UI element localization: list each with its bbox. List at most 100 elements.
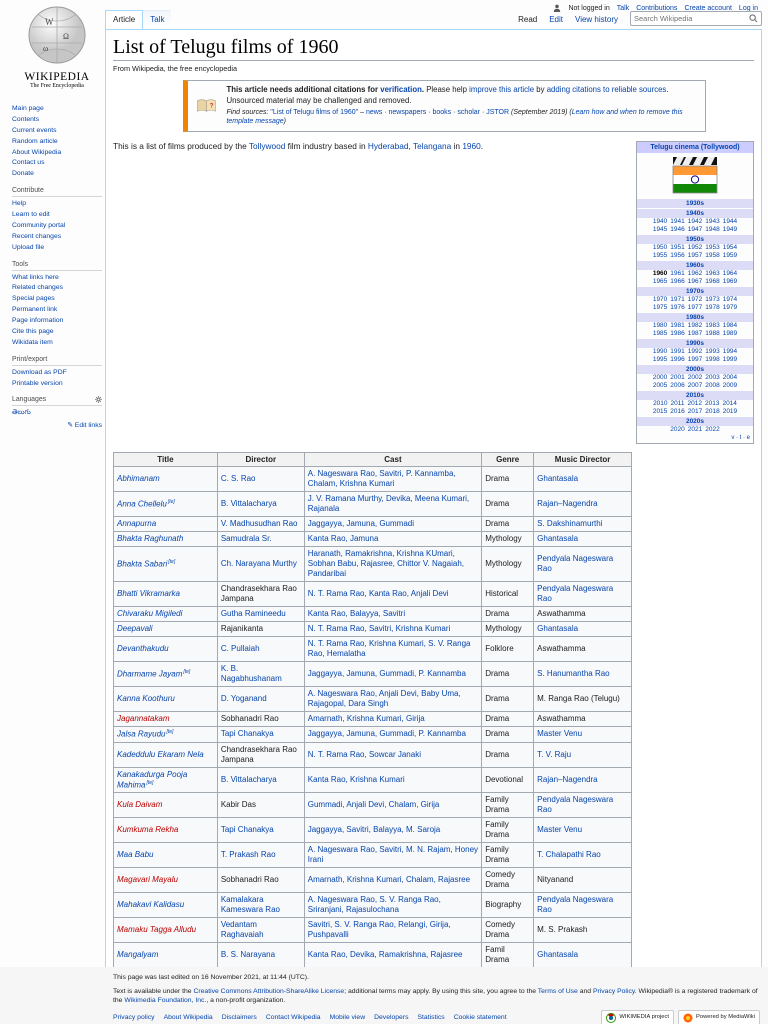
film-title-link[interactable]: Bhatti Vikramarka [117,589,180,598]
music-director-link[interactable]: T. V. Raju [537,750,571,759]
decade-header-2020s[interactable]: 2020s [637,416,753,426]
film-title-link[interactable]: Anna Chellelu [117,499,167,508]
year-link-1946[interactable]: 1946 [670,226,684,233]
footer-link-about-wikipedia[interactable]: About Wikipedia [164,1013,213,1023]
year-link-1995[interactable]: 1995 [653,356,667,363]
footer-link-contact-wikipedia[interactable]: Contact Wikipedia [266,1013,321,1023]
year-link-1979[interactable]: 1979 [723,304,737,311]
sidebar-item-special-pages[interactable]: Special pages [12,294,102,305]
year-link-2006[interactable]: 2006 [670,382,684,389]
year-link-1966[interactable]: 1966 [670,278,684,285]
year-link-2010[interactable]: 2010 [653,400,667,407]
decade-header-1950s[interactable]: 1950s [637,234,753,244]
tab-talk[interactable]: Talk [143,10,172,29]
director-link[interactable]: B. S. Narayana [221,950,275,959]
year-link-1943[interactable]: 1943 [705,218,719,225]
sidebar-item-printable-version[interactable]: Printable version [12,379,102,390]
year-link-1957[interactable]: 1957 [688,252,702,259]
film-title-link[interactable]: Bhakta Sabari [117,559,167,568]
text-link-improve-this-article[interactable]: improve this article [469,85,534,94]
cast-links[interactable]: Kanta Rao, Devika, Ramakrishna, Rajasree [308,950,463,959]
film-title-link[interactable]: Mamaku Tagga Alludu [117,925,196,934]
music-director-link[interactable]: Pendyala Nageswara Rao [537,584,613,603]
year-link-2005[interactable]: 2005 [653,382,667,389]
cast-links[interactable]: Kanta Rao, Jamuna [308,534,379,543]
footer-link-disclaimers[interactable]: Disclaimers [222,1013,257,1023]
footer-link-privacy-policy[interactable]: Privacy policy [113,1013,155,1023]
text-link-wikimedia-foundation-inc[interactable]: Wikimedia Foundation, Inc. [124,997,206,1004]
cast-links[interactable]: Haranath, Ramakrishna, Krishna KUmari, S… [308,549,464,578]
music-director-link[interactable]: Ghantasala [537,534,578,543]
decade-header-2000s[interactable]: 2000s [637,364,753,374]
sidebar-item-current-events[interactable]: Current events [12,126,102,137]
text-link-newspapers[interactable]: newspapers [389,109,427,116]
director-link[interactable]: B. Vittalacharya [221,775,277,784]
search-input[interactable] [634,14,749,23]
year-link-1998[interactable]: 1998 [705,356,719,363]
film-title-link[interactable]: Chivaraku Migiledi [117,609,182,618]
year-link-1997[interactable]: 1997 [688,356,702,363]
year-link-2002[interactable]: 2002 [688,374,702,381]
year-link-2003[interactable]: 2003 [705,374,719,381]
year-link-1971[interactable]: 1971 [670,296,684,303]
year-link-1964[interactable]: 1964 [723,270,737,277]
interlanguage-note-icon[interactable]: [te] [168,499,175,505]
cast-links[interactable]: Amarnath, Krishna Kumari, Chalam, Rajasr… [308,875,470,884]
director-link[interactable]: Vedantam Raghavaiah [221,920,264,939]
footer-link-cookie-statement[interactable]: Cookie statement [454,1013,507,1023]
sidebar-item-wikidata-item[interactable]: Wikidata item [12,338,102,349]
film-title-link[interactable]: Bhakta Raghunath [117,534,183,543]
music-director-link[interactable]: S. Dakshinamurthi [537,519,602,528]
cast-links[interactable]: Kanta Rao, Krishna Kumari [308,775,405,784]
year-link-2016[interactable]: 2016 [670,408,684,415]
film-title-link[interactable]: Annapurna [117,519,156,528]
cast-links[interactable]: A. Nageswara Rao, Savitri, M. N. Rajam, … [308,845,478,864]
decade-header-2010s[interactable]: 2010s [637,390,753,400]
year-link-2001[interactable]: 2001 [670,374,684,381]
sidebar-item-help[interactable]: Help [12,199,102,210]
tab-edit[interactable]: Edit [543,11,569,29]
year-link-1980[interactable]: 1980 [653,322,667,329]
interlanguage-note-icon[interactable]: [te] [183,669,190,675]
year-link-1952[interactable]: 1952 [688,244,702,251]
cast-links[interactable]: N. T. Rama Rao, Savitri, Krishna Kumari [308,624,451,633]
year-link-2013[interactable]: 2013 [705,400,719,407]
year-link-1989[interactable]: 1989 [723,330,737,337]
year-link-1988[interactable]: 1988 [705,330,719,337]
year-link-1991[interactable]: 1991 [670,348,684,355]
cast-links[interactable]: Jaggayya, Jamuna, Gummadi [308,519,414,528]
cast-links[interactable]: Jaggayya, Jamuna, Gummadi, P. Kannamba [308,729,466,738]
sidebar-item-download-as-pdf[interactable]: Download as PDF [12,368,102,379]
navbox-vte[interactable]: v · t · e [637,434,753,443]
sidebar-item-community-portal[interactable]: Community portal [12,221,102,232]
decade-header-1940s[interactable]: 1940s [637,208,753,218]
text-link-adding-citations-to-reliable-sources[interactable]: adding citations to reliable sources [547,85,667,94]
text-link-tollywood[interactable]: Tollywood [249,141,285,151]
year-link-1959[interactable]: 1959 [723,252,737,259]
director-link[interactable]: C. Pullaiah [221,644,260,653]
year-link-1948[interactable]: 1948 [705,226,719,233]
film-title-link[interactable]: Kadeddulu Ekaram Nela [117,750,204,759]
music-director-link[interactable]: Master Venu [537,825,582,834]
year-link-1978[interactable]: 1978 [705,304,719,311]
film-title-link[interactable]: Deepavali [117,624,153,633]
year-link-1968[interactable]: 1968 [705,278,719,285]
sidebar-item-upload-file[interactable]: Upload file [12,243,102,254]
decade-header-1980s[interactable]: 1980s [637,312,753,322]
cast-links[interactable]: Jaggayya, Jamuna, Gummadi, P. Kannamba [308,669,466,678]
director-link[interactable]: Kamalakara Kameswara Rao [221,895,280,914]
text-link-privacy-policy[interactable]: Privacy Policy [593,988,635,995]
year-link-1945[interactable]: 1945 [653,226,667,233]
year-link-1967[interactable]: 1967 [688,278,702,285]
year-link-1975[interactable]: 1975 [653,304,667,311]
search-box[interactable] [630,11,762,26]
year-link-1985[interactable]: 1985 [653,330,667,337]
text-link-verification[interactable]: verification [380,85,422,94]
year-link-2014[interactable]: 2014 [722,400,736,407]
decade-header-1990s[interactable]: 1990s [637,338,753,348]
music-director-link[interactable]: T. Chalapathi Rao [537,850,601,859]
edit-links-button[interactable]: ✎ Edit links [12,421,102,429]
decade-header-1930s[interactable]: 1930s [637,198,753,208]
sidebar-item-about-wikipedia[interactable]: About Wikipedia [12,148,102,159]
year-link-1996[interactable]: 1996 [670,356,684,363]
